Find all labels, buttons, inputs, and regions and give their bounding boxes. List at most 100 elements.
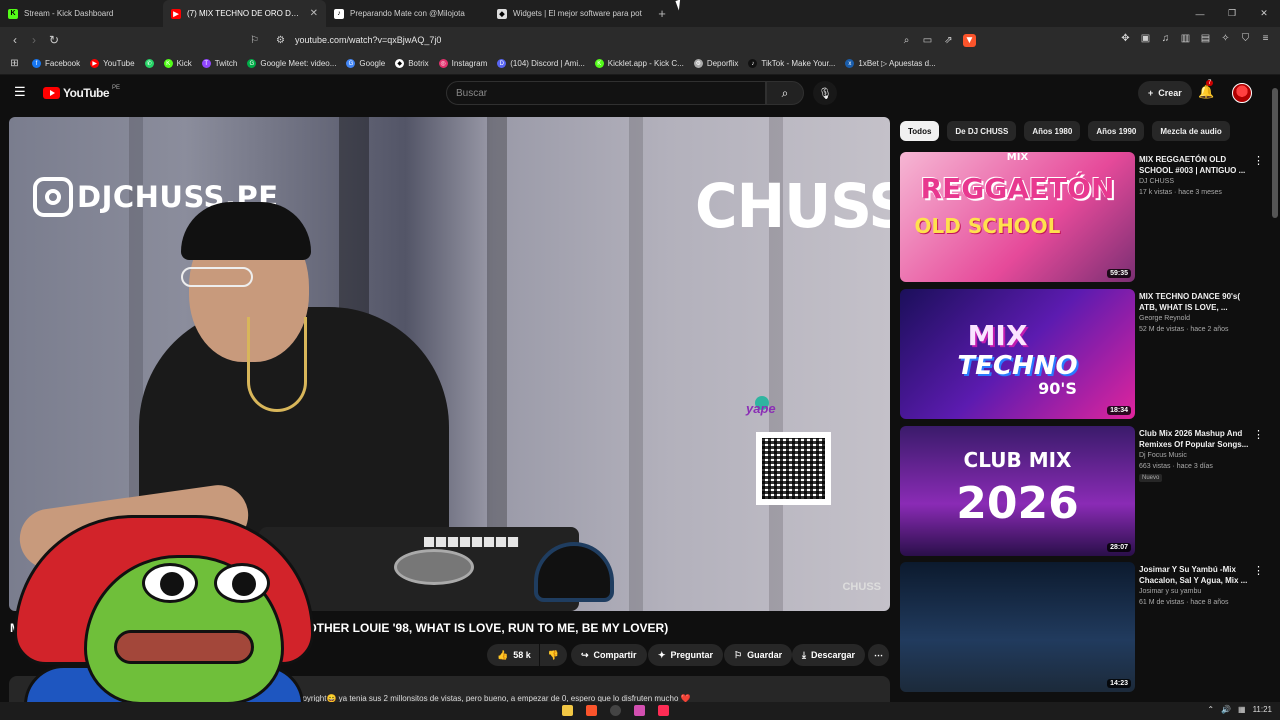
create-button[interactable]: + Crear [1138,81,1192,105]
bookmark-item[interactable]: G Google Meet: video... [242,59,341,68]
instagram-icon [33,177,73,217]
close-window-button[interactable]: ✕ [1248,0,1280,27]
obs-icon[interactable] [610,705,621,716]
chip-mezcla-de-audio[interactable]: Mezcla de audio [1152,121,1230,141]
restore-button[interactable]: ❐ [1216,0,1248,27]
tab-youtube-video[interactable]: ▶ (7) MIX TECHNO DE ORO DE 80 ✕ [163,0,326,27]
video-thumbnail[interactable]: CLUB MIX 2026 28:07 [900,426,1135,556]
extensions-icon[interactable]: ✥ [1119,32,1132,45]
sidebar-icon[interactable]: ▥ [1179,32,1192,45]
thumb-main-text: REGGAETÓN [920,172,1115,205]
more-actions-button[interactable]: ⋯ [868,644,889,666]
recommendation-item[interactable]: CLUB MIX 2026 28:07 Club Mix 2026 Mashup… [900,426,1272,556]
bookmark-item[interactable]: ⚙ Deporflix [689,59,744,68]
brave-shield-icon[interactable]: ▼ [963,34,976,47]
like-button[interactable]: 👍 58 k [487,644,539,666]
download-button[interactable]: ⤓ Descargar [792,644,866,666]
apps-grid-icon[interactable]: ⊞ [8,57,21,70]
bookmark-item[interactable]: T Twitch [197,59,243,68]
dj-hair [181,202,311,260]
video-thumbnail[interactable]: MIX REGGAETÓN OLD SCHOOL 59:35 [900,152,1135,282]
bookmark-item[interactable]: x 1xBet ▷ Apuestas d... [840,59,940,68]
bookmark-favicon-icon: x [845,59,855,68]
bookmark-item[interactable]: K Kick [159,59,197,68]
bookmark-icon[interactable]: ⚐ [248,34,261,47]
chip-anos-1990[interactable]: Años 1990 [1088,121,1145,141]
bookmark-item[interactable]: D (104) Discord | Ami... [492,59,590,68]
video-title[interactable]: Club Mix 2026 Mashup And Remixes Of Popu… [1139,428,1251,450]
video-thumbnail[interactable]: MIX TECHNO 90'S 18:34 [900,289,1135,419]
forward-button[interactable]: › [26,32,42,48]
video-title[interactable]: MIX TECHNO DANCE 90's( ATB, WHAT IS LOVE… [1139,291,1251,313]
channel-name[interactable]: DJ CHUSS [1139,178,1174,185]
recommendation-item[interactable]: 14:23 Josimar Y Su Yambú -Mix Chacalon, … [900,562,1272,692]
bookmark-item[interactable]: ♪ TikTok - Make Your... [743,59,840,68]
tab-tiktok-live[interactable]: ♪ Preparando Mate con @Milojota [326,0,489,27]
file-explorer-icon[interactable] [562,705,573,716]
bookmark-item[interactable]: K Kicklet.app - Kick C... [590,59,689,68]
menu-hamburger-icon[interactable]: ☰ [14,85,28,99]
tab-kick-dashboard[interactable]: K Stream - Kick Dashboard [0,0,163,27]
channel-name[interactable]: George Reynold [1139,315,1190,322]
site-info-icon[interactable]: ⚙ [274,34,287,47]
recommendation-item[interactable]: MIX REGGAETÓN OLD SCHOOL 59:35 MIX REGGA… [900,152,1272,282]
channel-name[interactable]: Dj Focus Music [1139,452,1187,459]
bookmark-item[interactable]: ✆ [140,59,159,68]
more-vert-icon[interactable]: ⋮ [1253,428,1264,441]
recommendation-item[interactable]: MIX TECHNO 90'S 18:34 MIX TECHNO DANCE 9… [900,289,1272,419]
screenshot-icon[interactable]: ▣ [1139,32,1152,45]
bookmark-item[interactable]: f Facebook [27,59,85,68]
share-button[interactable]: ↪ Compartir [571,644,647,666]
volume-icon[interactable]: 🔊 [1221,705,1231,714]
network-icon[interactable]: ▦ [1238,705,1246,714]
cast-icon[interactable]: ▭ [921,34,934,47]
zoom-icon[interactable]: ⌕ [900,34,913,47]
page-scrollbar[interactable] [1272,88,1278,218]
reload-button[interactable]: ↻ [46,32,62,48]
new-tab-button[interactable]: + [652,0,672,27]
search-button[interactable]: ⌕ [766,81,804,105]
chip-anos-1980[interactable]: Años 1980 [1024,121,1081,141]
chip-todos[interactable]: Todos [900,121,940,141]
ask-button[interactable]: ✦ Preguntar [648,644,724,666]
chip-de-dj-chuss[interactable]: De DJ CHUSS [947,121,1017,141]
bookmark-favicon-icon: T [201,59,211,68]
music-icon[interactable]: ♫ [1159,32,1172,45]
menu-icon[interactable]: ≡ [1259,32,1272,45]
bookmark-item[interactable]: G Google [341,59,390,68]
wallet-icon[interactable]: ▤ [1199,32,1212,45]
brave-browser-icon[interactable] [586,705,597,716]
vscode-icon[interactable] [634,705,645,716]
back-button[interactable]: ‹ [7,32,23,48]
tab-widgets[interactable]: ◆ Widgets | El mejor software para pot [489,0,652,27]
vpn-icon[interactable]: ⛉ [1239,32,1252,45]
save-button[interactable]: ⚐ Guardar [724,644,793,666]
bookmark-label: Google [359,59,386,68]
bookmark-item[interactable]: ◎ Instagram [434,59,493,68]
minimize-button[interactable]: — [1184,0,1216,27]
bookmark-item[interactable]: ▶ YouTube [85,59,139,68]
channel-name[interactable]: Josimar y su yambu [1139,588,1201,595]
more-vert-icon[interactable]: ⋮ [1253,564,1264,577]
tiktok-live-icon[interactable] [658,705,669,716]
clock[interactable]: 11:21 [1253,705,1272,714]
video-thumbnail[interactable]: 14:23 [900,562,1135,692]
video-title[interactable]: Josimar Y Su Yambú -Mix Chacalon, Sal Y … [1139,564,1251,586]
share-icon[interactable]: ⇗ [942,34,955,47]
bookmark-item[interactable]: ◆ Botrix [390,59,433,68]
dislike-button[interactable]: 👎 [539,644,567,666]
voice-search-button[interactable]: 🎙 [813,81,837,105]
more-vert-icon[interactable]: ⋮ [1253,154,1264,167]
tab-title: Widgets | El mejor software para pot [513,9,642,18]
avatar[interactable] [1232,83,1252,103]
close-tab-icon[interactable]: ✕ [310,8,318,19]
url-text[interactable]: youtube.com/watch?v=qxBjwAQ_7j0 [295,35,441,45]
youtube-logo[interactable]: YouTube PE [43,85,120,100]
bookmark-label: 1xBet ▷ Apuestas d... [858,59,936,68]
leo-ai-icon[interactable]: ✧ [1219,32,1232,45]
address-bar[interactable]: ⚐ ⚙ youtube.com/watch?v=qxBjwAQ_7j0 ⌕ ▭ … [246,30,992,50]
chevron-up-icon[interactable]: ⌃ [1207,705,1214,714]
notifications-button[interactable]: 🔔 7 [1198,80,1214,100]
search-input[interactable]: Buscar [446,81,766,105]
video-title[interactable]: MIX REGGAETÓN OLD SCHOOL #003 | ANTIGUO … [1139,154,1251,176]
